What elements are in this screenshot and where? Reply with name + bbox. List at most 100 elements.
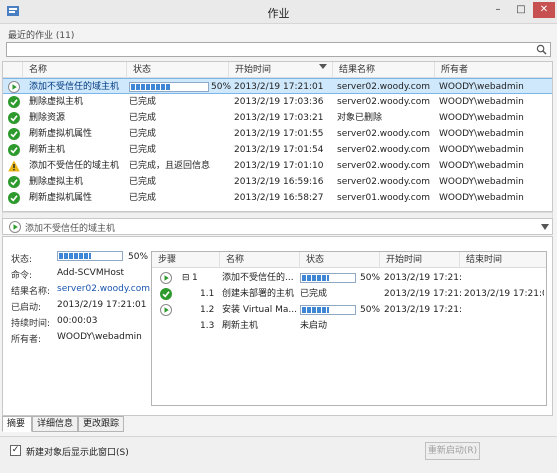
step-status: 未启动 (300, 321, 328, 331)
restart-button[interactable]: 重新启动(R) (425, 442, 480, 460)
job-owner: WOODY\webadmin (439, 113, 524, 123)
job-owner: WOODY\webadmin (439, 161, 524, 171)
column-header-start-time-label: 开始时间 (235, 65, 272, 75)
job-status: 已完成 (129, 97, 157, 107)
step-end-time (464, 302, 544, 318)
job-start-time: 2013/2/19 17:03:36 (234, 97, 324, 107)
show-window-checkbox[interactable]: ✓ (10, 445, 21, 456)
step-start-time: 2013/2/19 17:21:02 (384, 305, 462, 315)
job-start-time: 2013/2/19 17:21:01 (234, 82, 324, 92)
owner-label: 所有者: (11, 335, 42, 345)
job-result-name: server02.woody.com (337, 82, 431, 92)
title-bar: 作业 – □ ✕ (0, 0, 557, 24)
job-owner: WOODY\webadmin (439, 82, 524, 92)
jobs-grid: 名称 状态 开始时间 结果名称 所有者 添加不受信任的域主机 50% 2013/2/… (2, 61, 553, 212)
job-name: 删除虚拟主机 (29, 177, 84, 187)
step-name: 创建未部署的主机 (222, 289, 295, 299)
tab-change-tracking[interactable]: 更改跟踪 (78, 416, 124, 432)
job-progress-percent: 50% (211, 82, 231, 92)
step-progress-bar (300, 304, 356, 315)
column-header-result-name[interactable]: 结果名称 (333, 62, 435, 78)
job-name: 刷新主机 (29, 145, 66, 155)
step-row[interactable]: 1.3 刷新主机 未启动 (152, 318, 546, 334)
job-start-time: 2013/2/19 17:01:55 (234, 129, 324, 139)
checkmark-icon: ✓ (11, 445, 20, 455)
step-name: 刷新主机 (222, 321, 259, 331)
maximize-button[interactable]: □ (510, 2, 532, 18)
steps-column-header-name[interactable]: 名称 (220, 252, 300, 268)
steps-column-header-end-time[interactable]: 结束时间 (460, 252, 546, 268)
job-name: 添加不受信任的域主机 (29, 82, 120, 92)
column-header-status[interactable]: 状态 (127, 62, 229, 78)
result-name-label: 结果名称: (11, 287, 51, 297)
job-owner: WOODY\webadmin (439, 193, 524, 203)
status-progress-bar (57, 251, 123, 262)
selected-job-title: 添加不受信任的域主机 (25, 224, 116, 234)
step-progress-percent: 50% (360, 305, 380, 315)
job-status: 已完成 (129, 129, 157, 139)
column-header-name[interactable]: 名称 (23, 62, 127, 78)
step-status: 已完成 (300, 289, 328, 299)
tab-details[interactable]: 详细信息 (32, 416, 78, 432)
table-row[interactable]: 刷新虚拟机属性 已完成 2013/2/19 17:01:55 server02.woo… (3, 126, 552, 142)
step-number: 1 (192, 273, 198, 283)
job-progress-bar-fill (131, 83, 170, 90)
step-status: 50% (300, 270, 380, 286)
running-play-icon (8, 81, 20, 93)
command-label: 命令: (11, 271, 33, 281)
running-play-icon (160, 304, 172, 316)
minimize-button[interactable]: – (487, 2, 509, 18)
step-name: 安装 Virtual Ma... (222, 305, 297, 315)
show-window-label: 新建对象后显示此窗口(S) (26, 448, 129, 458)
steps-column-header-step[interactable]: 步骤 (152, 252, 220, 268)
table-row[interactable]: 添加不受信任的域主机 50% 2013/2/19 17:21:01 server02.… (3, 78, 552, 95)
column-header-owner[interactable]: 所有者 (435, 62, 552, 78)
step-name: 添加不受信任的... (222, 273, 294, 283)
job-start-time: 2013/2/19 16:58:27 (234, 193, 324, 203)
steps-column-header-start-time[interactable]: 开始时间 (380, 252, 460, 268)
step-start-time: 2013/2/19 17:21:01 (384, 289, 462, 299)
jobs-grid-header: 名称 状态 开始时间 结果名称 所有者 (3, 62, 552, 78)
step-row[interactable]: 1.2 安装 Virtual Ma... 50% 2013/2/19 17:21:02 (152, 302, 546, 318)
table-row[interactable]: 刷新虚拟机属性 已完成 2013/2/19 16:58:27 server01.woo… (3, 190, 552, 206)
job-name: 刷新虚拟机属性 (29, 129, 93, 139)
step-number: 1.1 (200, 289, 215, 299)
table-row[interactable]: 删除资源 已完成 2013/2/19 17:03:21 对象已删除 WOODY\weba… (3, 110, 552, 126)
job-owner: WOODY\webadmin (439, 129, 524, 139)
footer: ✓ 新建对象后显示此窗口(S) 重新启动(R) (0, 436, 557, 473)
job-name: 删除资源 (29, 113, 66, 123)
search-input[interactable] (6, 42, 551, 57)
collapse-toggle[interactable]: ⊟ (182, 270, 190, 286)
steps-column-header-status[interactable]: 状态 (300, 252, 380, 268)
icon-column-header (3, 62, 23, 78)
step-number: 1.3 (200, 321, 215, 331)
job-status: 50% (129, 79, 231, 95)
step-row[interactable]: 1.1 创建未部署的主机已完成 2013/2/19 17:21:012013/2/1… (152, 286, 546, 302)
table-row[interactable]: 删除虚拟主机 已完成 2013/2/19 16:59:16 server02.wood… (3, 174, 552, 190)
started-label: 已启动: (11, 303, 42, 313)
step-row[interactable]: ⊟1 添加不受信任的... 50% 2013/2/19 17:21:01 (152, 270, 546, 286)
column-header-start-time[interactable]: 开始时间 (229, 62, 333, 78)
chevron-down-icon[interactable] (541, 224, 549, 230)
table-row[interactable]: 刷新主机 已完成 2013/2/19 17:01:54 server02.woody.… (3, 142, 552, 158)
search-icon[interactable] (536, 44, 547, 55)
check-icon (160, 288, 172, 300)
step-start-time: 2013/2/19 17:21:01 (384, 273, 462, 283)
result-name-link[interactable]: server02.woody.com (57, 284, 150, 294)
table-row[interactable]: 删除虚拟主机 已完成 2013/2/19 17:03:36 server02.wood… (3, 94, 552, 110)
status-label: 状态: (11, 255, 33, 265)
table-row[interactable]: 添加不受信任的域主机 已完成，且返回信息 2013/2/19 17:01:10 ser… (3, 158, 552, 174)
close-button[interactable]: ✕ (533, 2, 555, 18)
step-number: 1.2 (200, 305, 215, 315)
steps-grid: 步骤 名称 状态 开始时间 结束时间 ⊟ 1 添加不受信任的... 50% 2013/2… (151, 251, 547, 406)
check-icon (8, 144, 20, 156)
job-result-name: server01.woody.com (337, 193, 431, 203)
check-icon (8, 176, 20, 188)
job-start-time: 2013/2/19 17:01:10 (234, 161, 324, 171)
tab-summary[interactable]: 摘要 (2, 416, 32, 432)
running-play-icon (160, 272, 172, 284)
sort-descending-icon (319, 64, 327, 69)
job-name: 添加不受信任的域主机 (29, 161, 120, 171)
check-icon (8, 112, 20, 124)
job-name: 刷新虚拟机属性 (29, 193, 93, 203)
